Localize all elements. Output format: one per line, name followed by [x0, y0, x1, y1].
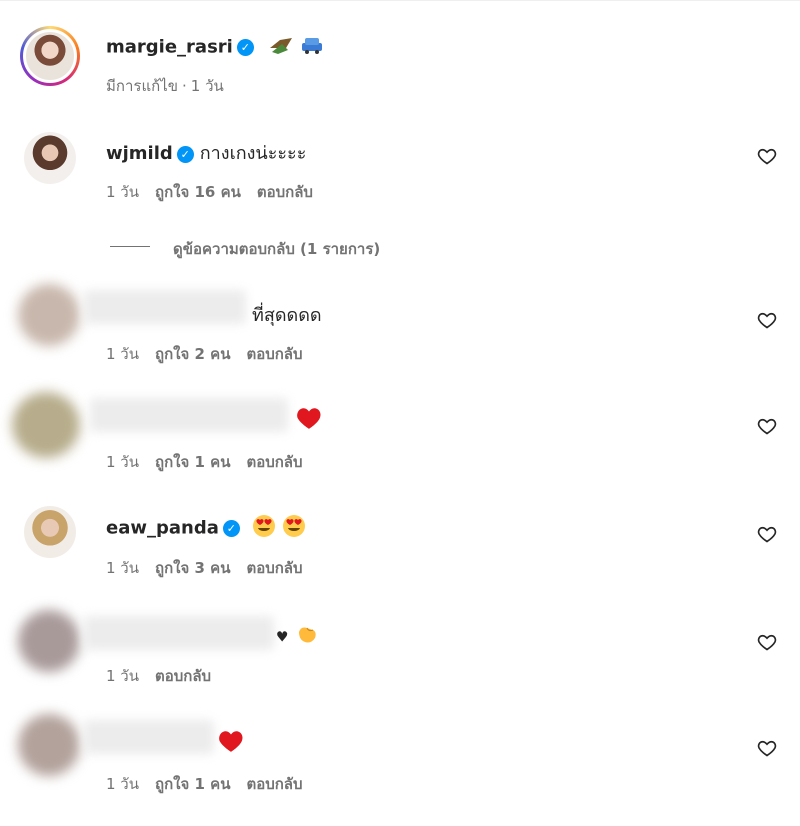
view-replies-button[interactable]: ดูข้อความตอบกลับ (1 รายการ): [173, 237, 380, 261]
comment-time: 1 วัน: [106, 183, 139, 201]
post-author-avatar[interactable]: [20, 26, 80, 86]
likes-count[interactable]: ถูกใจ 1 คน: [155, 453, 230, 471]
comment-meta: 1 วัน ถูกใจ 3 คน ตอบกลับ: [106, 556, 319, 580]
heart-eyes-icon: [252, 514, 276, 543]
comment-meta: 1 วัน ถูกใจ 16 คน ตอบกลับ: [106, 180, 329, 204]
like-heart-icon[interactable]: [757, 738, 777, 758]
top-divider: [0, 0, 800, 1]
comment-meta: 1 วัน ถูกใจ 2 คน ตอบกลับ: [106, 342, 319, 366]
comment-time: 1 วัน: [106, 667, 139, 685]
verified-badge-icon: ✓: [176, 145, 194, 163]
post-meta: มีการแก้ไข · 1 วัน: [106, 74, 240, 98]
blurred-username: [84, 290, 246, 324]
like-heart-icon[interactable]: [757, 416, 777, 436]
like-heart-icon[interactable]: [757, 146, 777, 166]
blurred-username: [84, 720, 214, 754]
like-heart-icon[interactable]: [757, 524, 777, 544]
heart-eyes-icon: [282, 514, 306, 543]
blurred-username: [84, 616, 274, 650]
likes-count[interactable]: ถูกใจ 3 คน: [155, 559, 230, 577]
edited-label: มีการแก้ไข: [106, 77, 178, 95]
comment-username[interactable]: wjmild: [106, 143, 173, 164]
likes-count[interactable]: ถูกใจ 2 คน: [155, 345, 230, 363]
flying-money-icon: [268, 34, 294, 61]
comment-row: eaw_panda ✓: [106, 514, 306, 543]
car-icon: [300, 35, 324, 60]
reply-button[interactable]: ตอบกลับ: [246, 559, 302, 577]
comment-text: ♥: [276, 629, 289, 646]
comment-text: ที่สุดดดด: [252, 305, 322, 326]
comment-row: wjmild ✓ กางเกงน่ะะะะ: [106, 138, 306, 167]
post-username-text[interactable]: margie_rasri: [106, 37, 233, 58]
red-heart-icon: [219, 731, 243, 752]
comment-time: 1 วัน: [106, 559, 139, 577]
red-heart-icon: [297, 408, 321, 429]
reply-button[interactable]: ตอบกลับ: [155, 667, 211, 685]
comment-row: ♥: [276, 622, 319, 651]
likes-count[interactable]: ถูกใจ 16 คน: [155, 183, 241, 201]
comment-username[interactable]: eaw_panda: [106, 518, 219, 539]
reply-button[interactable]: ตอบกลับ: [257, 183, 313, 201]
reply-button[interactable]: ตอบกลับ: [246, 345, 302, 363]
post-author-username[interactable]: margie_rasri ✓: [106, 34, 324, 61]
comment-meta: 1 วัน ถูกใจ 1 คน ตอบกลับ: [106, 450, 319, 474]
meta-separator: ·: [182, 77, 187, 95]
comment-row: ที่สุดดดด: [252, 300, 322, 329]
comment-meta: 1 วัน ถูกใจ 1 คน ตอบกลับ: [106, 772, 319, 796]
comment-time: 1 วัน: [106, 775, 139, 793]
reply-button[interactable]: ตอบกลับ: [246, 775, 302, 793]
comment-time: 1 วัน: [106, 345, 139, 363]
reply-button[interactable]: ตอบกลับ: [246, 453, 302, 471]
comment-time: 1 วัน: [106, 453, 139, 471]
verified-badge-icon: ✓: [236, 39, 254, 56]
comment-avatar[interactable]: [24, 506, 76, 558]
likes-count[interactable]: ถูกใจ 1 คน: [155, 775, 230, 793]
comment-avatar[interactable]: [18, 610, 80, 672]
verified-badge-icon: ✓: [222, 520, 240, 537]
post-time: 1 วัน: [190, 77, 224, 95]
comment-text: กางเกงน่ะะะะ: [199, 143, 307, 164]
like-heart-icon[interactable]: [757, 310, 777, 330]
comment-meta: 1 วัน ตอบกลับ: [106, 664, 227, 688]
replies-line: [110, 246, 150, 247]
comment-avatar[interactable]: [24, 132, 76, 184]
like-heart-icon[interactable]: [757, 632, 777, 652]
comment-avatar[interactable]: [18, 714, 80, 776]
pinching-hand-icon: [295, 622, 319, 651]
comment-avatar[interactable]: [18, 284, 80, 346]
comment-avatar[interactable]: [12, 392, 80, 458]
blurred-username: [90, 398, 288, 432]
